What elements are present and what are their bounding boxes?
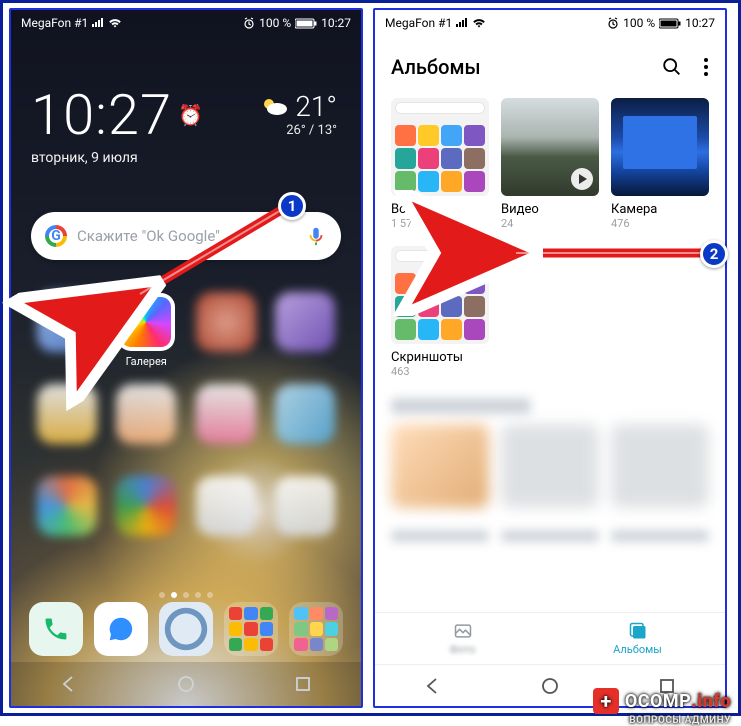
dock-settings[interactable] xyxy=(159,602,213,656)
weather-high: 26° xyxy=(286,123,305,138)
clock-alarm-icon: ⏰ xyxy=(178,103,204,127)
album-count: 24 xyxy=(501,217,599,230)
nav-recent-icon[interactable] xyxy=(293,674,313,694)
app-blurred[interactable] xyxy=(37,384,97,444)
battery-label: 100 % xyxy=(259,16,291,30)
tab-albums-label: Альбомы xyxy=(613,643,662,656)
watermark-brand: OCOMP xyxy=(625,691,691,712)
annotation-arrow-1 xyxy=(100,196,300,316)
mic-icon[interactable] xyxy=(305,225,327,247)
nav-back-icon[interactable] xyxy=(423,676,443,696)
album-all-photos[interactable]: Все фото 1 579 xyxy=(391,98,489,230)
weather-partly-cloudy-icon xyxy=(259,94,289,120)
tab-photos-label: Фото xyxy=(450,643,476,656)
tab-albums[interactable]: Альбомы xyxy=(550,613,725,664)
dock-folder-google[interactable] xyxy=(224,602,278,656)
weather-temp: 21° xyxy=(295,90,337,123)
signal-icon xyxy=(456,18,468,28)
phone-gallery-screen: MegaFon #1 100 % 10:27 Альбомы xyxy=(373,8,727,708)
album-thumb xyxy=(611,98,709,196)
dock xyxy=(23,596,349,662)
watermark: + OCOMP.info ВОПРОСЫ АДМИНУ xyxy=(593,688,731,714)
annotation-badge-1: 1 xyxy=(278,192,306,220)
wifi-icon xyxy=(472,18,486,28)
album-thumb xyxy=(391,98,489,196)
battery-icon xyxy=(295,18,317,29)
album-count: 476 xyxy=(611,217,709,230)
annotation-arrow-2 xyxy=(486,238,718,268)
weather-widget[interactable]: 21° 26° / 13° xyxy=(259,90,337,138)
app-blurred[interactable] xyxy=(196,384,256,444)
dock-messages[interactable] xyxy=(94,602,148,656)
battery-label: 100 % xyxy=(623,16,655,30)
app-blurred[interactable] xyxy=(275,476,335,536)
album-thumb xyxy=(391,246,489,344)
search-icon[interactable] xyxy=(661,56,683,78)
album-video[interactable]: Видео 24 xyxy=(501,98,599,230)
phone-home-screen: MegaFon #1 100 % 10:27 10:27 ⏰ вторник, … xyxy=(9,8,363,708)
annotation-badge-2: 2 xyxy=(700,240,728,268)
clock-time: 10:27 xyxy=(31,82,172,148)
app-grid: Галерея xyxy=(11,278,361,592)
app-blurred[interactable] xyxy=(37,476,97,536)
album-name: Все фото xyxy=(391,202,489,217)
watermark-tld: .info xyxy=(691,691,731,712)
status-bar: MegaFon #1 100 % 10:27 xyxy=(11,10,361,36)
album-camera[interactable]: Камера 476 xyxy=(611,98,709,230)
app-blurred[interactable] xyxy=(275,384,335,444)
alarm-icon xyxy=(607,17,619,29)
tab-photos[interactable]: Фото xyxy=(375,613,550,664)
app-blurred[interactable] xyxy=(116,384,176,444)
status-time: 10:27 xyxy=(321,16,351,30)
app-blurred[interactable] xyxy=(37,292,97,352)
photos-icon xyxy=(453,621,473,641)
album-name: Скриншоты xyxy=(391,350,489,365)
dock-phone[interactable] xyxy=(29,602,83,656)
album-name: Видео xyxy=(501,202,599,217)
dock-folder-apps[interactable] xyxy=(289,602,343,656)
carrier-label: MegaFon #1 xyxy=(385,16,452,30)
weather-low: 13° xyxy=(318,123,337,138)
gallery-title: Альбомы xyxy=(391,55,481,79)
gallery-header: Альбомы xyxy=(375,44,725,90)
app-blurred[interactable] xyxy=(116,476,176,536)
album-thumb xyxy=(501,98,599,196)
watermark-subtitle: ВОПРОСЫ АДМИНУ xyxy=(629,715,731,726)
album-count: 1 579 xyxy=(391,217,489,230)
android-nav-bar xyxy=(11,662,361,706)
battery-icon xyxy=(659,18,681,29)
nav-home-icon[interactable] xyxy=(540,676,560,696)
album-screenshots[interactable]: Скриншоты 463 xyxy=(391,246,489,378)
carrier-label: MegaFon #1 xyxy=(21,16,88,30)
status-bar: MegaFon #1 100 % 10:27 xyxy=(375,10,725,36)
album-name: Камера xyxy=(611,202,709,217)
app-gallery-label: Галерея xyxy=(101,355,191,368)
status-time: 10:27 xyxy=(685,16,715,30)
more-icon[interactable] xyxy=(703,57,709,77)
google-logo-icon xyxy=(45,225,67,247)
other-albums-blurred xyxy=(391,398,709,606)
albums-icon xyxy=(628,621,648,641)
wifi-icon xyxy=(108,18,122,28)
signal-icon xyxy=(92,18,104,28)
album-count: 463 xyxy=(391,365,489,378)
alarm-icon xyxy=(243,17,255,29)
app-blurred[interactable] xyxy=(196,476,256,536)
nav-back-icon[interactable] xyxy=(59,674,79,694)
nav-home-icon[interactable] xyxy=(176,674,196,694)
watermark-plus-icon: + xyxy=(593,688,619,714)
gallery-tab-bar: Фото Альбомы xyxy=(375,612,725,664)
clock-date: вторник, 9 июля xyxy=(31,150,351,166)
